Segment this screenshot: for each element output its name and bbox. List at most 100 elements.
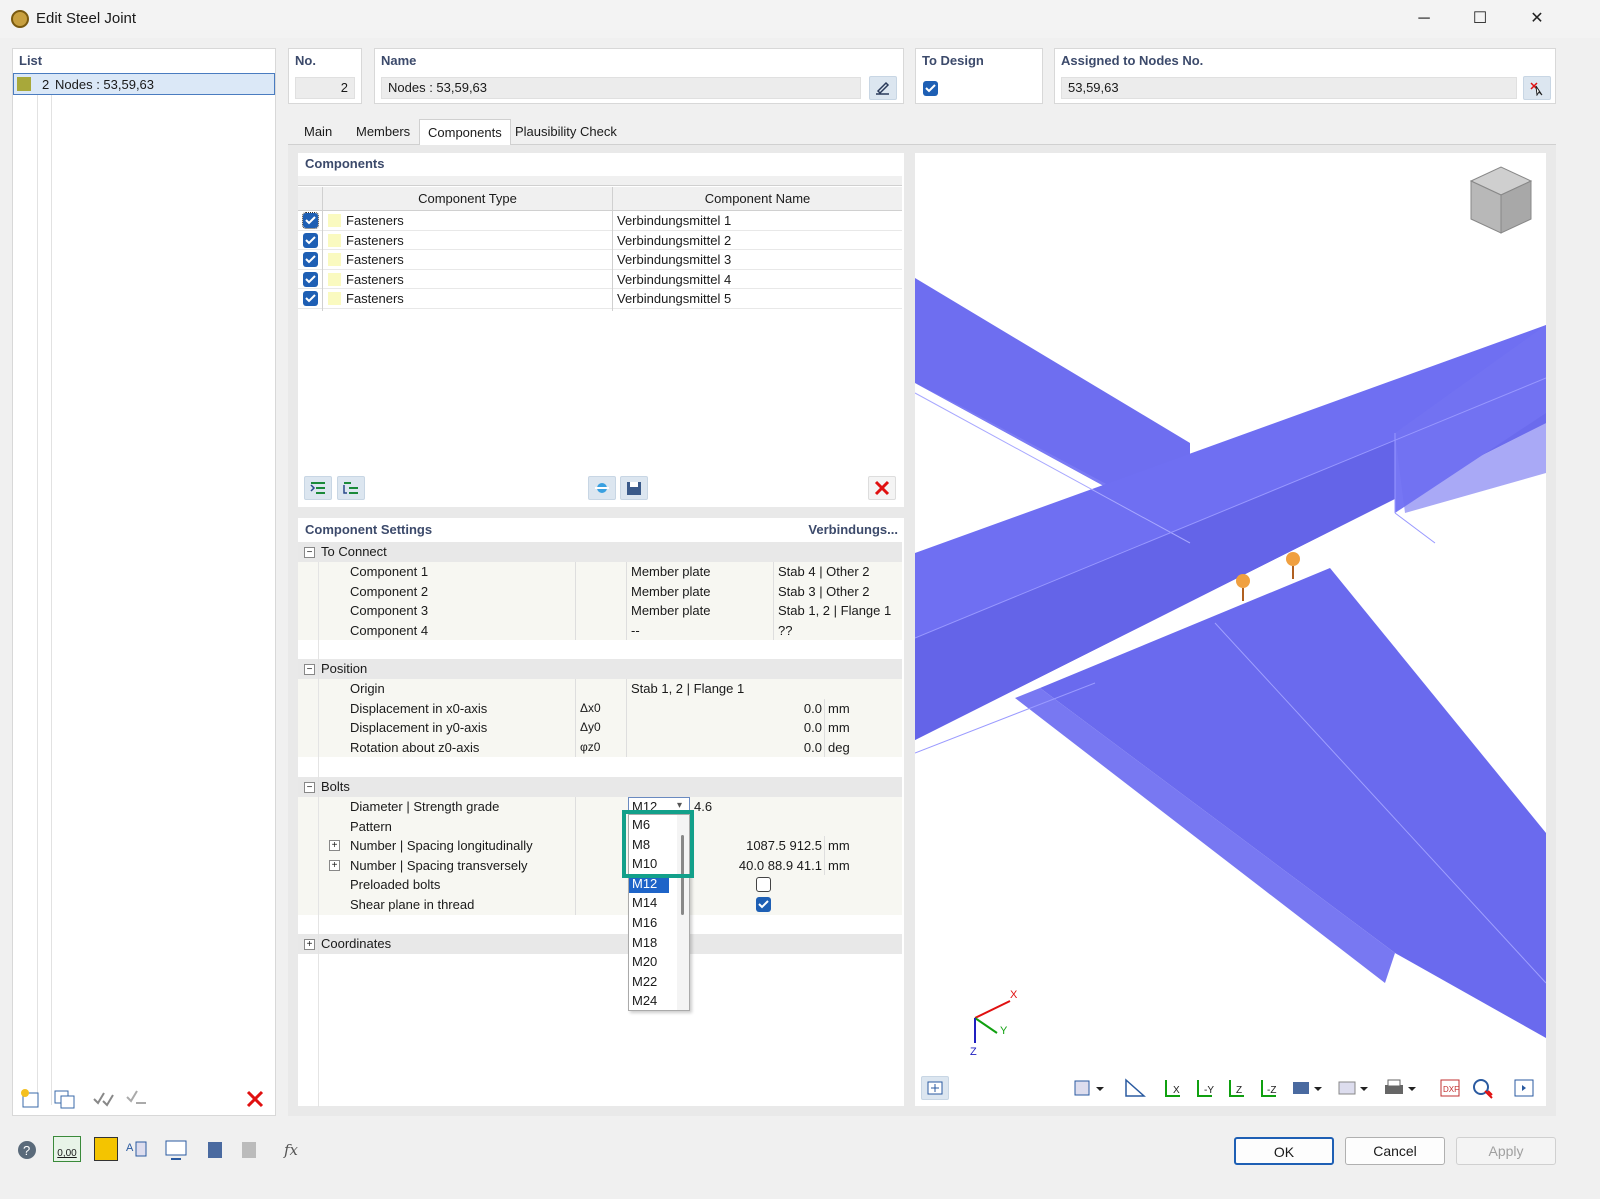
- prop-row[interactable]: + Number | Spacing transversely 40.0 88.…: [298, 856, 902, 876]
- display-icon[interactable]: [163, 1137, 189, 1163]
- section-coordinates[interactable]: + Coordinates: [298, 934, 902, 954]
- axis-label-y: Y: [1000, 1025, 1008, 1037]
- row-checkbox[interactable]: [303, 291, 318, 307]
- transparency-icon[interactable]: [1336, 1076, 1368, 1100]
- tab-components[interactable]: Components: [419, 119, 511, 145]
- prop-row[interactable]: Pattern: [298, 817, 902, 837]
- prop-row[interactable]: Displacement in y0-axis Δy0 0.0 mm: [298, 718, 902, 738]
- scrollbar-thumb[interactable]: [681, 835, 684, 915]
- expand-icon[interactable]: +: [329, 859, 340, 871]
- prop-row[interactable]: Component 4 -- ??: [298, 621, 902, 641]
- expand-icon[interactable]: +: [304, 939, 315, 951]
- name-panel: Name Nodes : 53,59,63: [374, 48, 904, 104]
- prop-row[interactable]: Preloaded bolts: [298, 875, 902, 895]
- section-title: Coordinates: [321, 936, 392, 951]
- table-row[interactable]: Fasteners Verbindungsmittel 3: [298, 250, 902, 270]
- minimize-icon[interactable]: ─: [1413, 8, 1435, 30]
- close-icon[interactable]: ✕: [1526, 8, 1548, 30]
- 3d-viewport[interactable]: X Y Z: [915, 153, 1546, 1106]
- prop-row[interactable]: Component 1 Member plate Stab 4 | Other …: [298, 562, 902, 582]
- collapse-icon[interactable]: −: [304, 664, 315, 676]
- measure-icon[interactable]: [1122, 1076, 1148, 1100]
- model-tools-icon[interactable]: [237, 1137, 263, 1163]
- delete-item-icon[interactable]: [242, 1087, 268, 1111]
- view-y-icon[interactable]: -Y: [1192, 1076, 1218, 1100]
- import-icon[interactable]: [588, 476, 616, 500]
- chevron-down-icon[interactable]: ▾: [677, 800, 682, 811]
- dropdown-scrollbar[interactable]: [677, 815, 689, 1010]
- move-up-icon[interactable]: [304, 476, 332, 500]
- pick-nodes-icon[interactable]: [1523, 76, 1551, 100]
- text-icon[interactable]: A: [123, 1137, 149, 1163]
- table-row[interactable]: Fasteners Verbindungsmittel 5: [298, 289, 902, 309]
- new-item-icon[interactable]: [18, 1087, 44, 1111]
- panel-toggle-icon[interactable]: [1512, 1076, 1538, 1100]
- table-row[interactable]: Fasteners Verbindungsmittel 4: [298, 270, 902, 290]
- dxf-export-icon[interactable]: DXF: [1438, 1076, 1464, 1100]
- prop-unit: mm: [828, 857, 850, 873]
- dropdown-option-selected[interactable]: M12: [629, 873, 669, 894]
- help-icon[interactable]: ?: [13, 1138, 41, 1162]
- row-checkbox[interactable]: [303, 271, 318, 287]
- prop-row[interactable]: Diameter | Strength grade 4.6: [298, 797, 902, 817]
- section-bolts[interactable]: − Bolts: [298, 777, 902, 797]
- prop-row[interactable]: Origin Stab 1, 2 | Flange 1: [298, 679, 902, 699]
- collapse-icon[interactable]: −: [304, 782, 315, 794]
- prop-row[interactable]: Component 3 Member plate Stab 1, 2 | Fla…: [298, 601, 902, 621]
- tab-plausibility-check[interactable]: Plausibility Check: [507, 119, 625, 145]
- delete-component-icon[interactable]: [868, 476, 896, 500]
- strength-grade-value[interactable]: 4.6: [694, 797, 712, 817]
- name-field[interactable]: Nodes : 53,59,63: [381, 77, 861, 99]
- ok-button[interactable]: OK: [1234, 1137, 1334, 1165]
- section-position[interactable]: − Position: [298, 659, 902, 679]
- prop-label: Number | Spacing longitudinally: [350, 838, 533, 854]
- view-z-icon[interactable]: Z: [1224, 1076, 1250, 1100]
- tab-members[interactable]: Members: [348, 119, 418, 145]
- print-icon[interactable]: [1382, 1076, 1416, 1100]
- row-checkbox[interactable]: [303, 232, 318, 248]
- view-x-icon[interactable]: X: [1160, 1076, 1186, 1100]
- units-button[interactable]: 0,00: [53, 1136, 81, 1162]
- reset-view-icon[interactable]: [1470, 1076, 1496, 1100]
- no-field[interactable]: 2: [295, 77, 355, 99]
- view-cube-icon[interactable]: [1465, 161, 1537, 239]
- maximize-icon[interactable]: ☐: [1469, 8, 1491, 30]
- render-mode-icon[interactable]: [1290, 1076, 1322, 1100]
- view-settings-icon[interactable]: [921, 1076, 949, 1100]
- check-all-icon[interactable]: [91, 1087, 117, 1111]
- table-row[interactable]: Fasteners Verbindungsmittel 2: [298, 231, 902, 251]
- tab-main[interactable]: Main: [296, 119, 340, 145]
- cancel-button[interactable]: Cancel: [1345, 1137, 1445, 1165]
- save-icon[interactable]: [620, 476, 648, 500]
- prop-row[interactable]: + Number | Spacing longitudinally 1087.5…: [298, 836, 902, 856]
- table-row[interactable]: Fasteners Verbindungsmittel 1: [298, 211, 902, 231]
- apply-button[interactable]: Apply: [1456, 1137, 1556, 1165]
- view-minus-z-icon[interactable]: -Z: [1256, 1076, 1282, 1100]
- color-icon[interactable]: [94, 1137, 118, 1161]
- list-item[interactable]: 2 Nodes : 53,59,63: [13, 73, 275, 95]
- row-name: Verbindungsmittel 5: [617, 291, 732, 307]
- prop-row[interactable]: Shear plane in thread: [298, 895, 902, 915]
- expand-icon[interactable]: +: [329, 840, 340, 852]
- formula-icon[interactable]: fx: [277, 1137, 305, 1163]
- settings-header-right: Verbindungs...: [808, 522, 898, 537]
- row-checkbox[interactable]: [302, 212, 319, 229]
- prop-row[interactable]: Component 2 Member plate Stab 3 | Other …: [298, 582, 902, 602]
- row-checkbox[interactable]: [303, 252, 318, 268]
- collapse-icon[interactable]: −: [304, 547, 315, 559]
- section-to-connect[interactable]: − To Connect: [298, 542, 902, 562]
- uncheck-icon[interactable]: [124, 1087, 150, 1111]
- edit-model-icon[interactable]: [203, 1137, 229, 1163]
- preloaded-checkbox[interactable]: [756, 877, 771, 893]
- prop-row[interactable]: Rotation about z0-axis φz0 0.0 deg: [298, 738, 902, 758]
- edit-name-icon[interactable]: [869, 76, 897, 100]
- copy-item-icon[interactable]: [52, 1087, 78, 1111]
- move-down-icon[interactable]: [337, 476, 365, 500]
- beam-model: [915, 278, 1546, 1038]
- prop-row[interactable]: Displacement in x0-axis Δx0 0.0 mm: [298, 699, 902, 719]
- to-design-checkbox[interactable]: [923, 81, 938, 96]
- shear-plane-checkbox[interactable]: [756, 897, 771, 912]
- display-options-icon[interactable]: [1072, 1076, 1104, 1100]
- assigned-field[interactable]: 53,59,63: [1061, 77, 1517, 99]
- prop-value: 1087.5 912.5: [746, 838, 822, 854]
